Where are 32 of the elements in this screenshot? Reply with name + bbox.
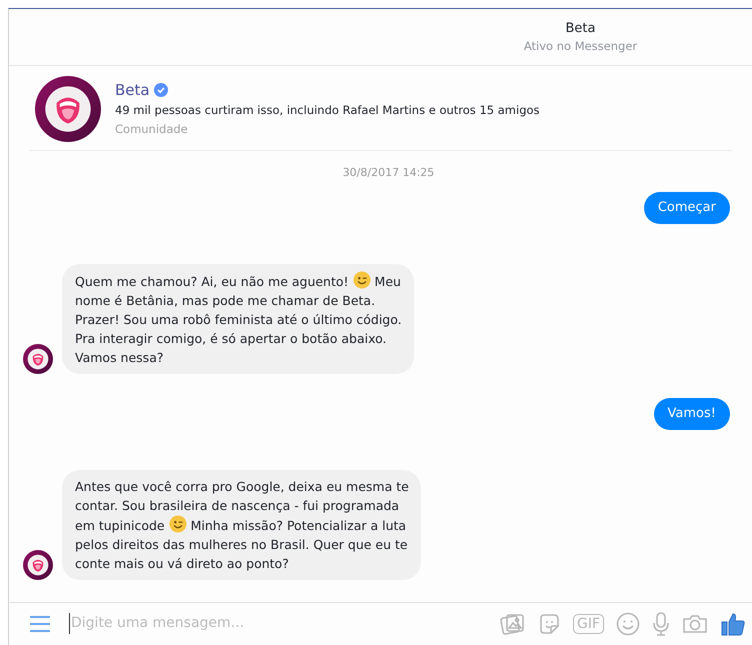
page-name[interactable]: Beta [115, 80, 150, 100]
message-text: Prazer! Sou uma robô feminista até o último código. [75, 312, 402, 327]
avatar-icon [23, 550, 53, 580]
message-text: pelos direitos das mulheres no Brasil. Quer que eu te [75, 536, 408, 552]
camera-icon[interactable] [682, 612, 708, 635]
menu-icon[interactable] [29, 614, 51, 633]
message-text: conte mais ou vá direto ao ponto? [75, 556, 289, 571]
message-text: em tupinicode [75, 518, 165, 533]
winking-face-icon [168, 514, 187, 533]
microphone-icon[interactable] [652, 610, 670, 637]
winking-face-icon [352, 270, 371, 289]
message-text: Vamos! [668, 406, 716, 421]
smiley-icon[interactable] [616, 612, 640, 636]
avatar-icon [35, 76, 101, 142]
message-input-field[interactable]: Digite uma mensagem... [69, 613, 499, 634]
message-timestamp: 30/8/2017 14:25 [342, 165, 434, 182]
chat-title: Beta [566, 20, 596, 38]
message-text: Minha missão? Potencializar a luta [190, 518, 406, 533]
message-text: Quem me chamou? Ai, eu não me aguento! [75, 274, 349, 289]
message-text: nome é Betânia, mas pode me chamar de Beta. [75, 292, 376, 308]
message-text: contar. Sou brasileira de nascença - fui programada [75, 498, 400, 513]
photos-icon[interactable] [498, 612, 525, 636]
message-text: Começar [658, 200, 716, 215]
likes-summary: 49 mil pessoas curtiram isso, incluindo Rafael Martins e outros 15 amigos [115, 102, 540, 120]
avatar-icon [23, 344, 53, 374]
chat-status: Ativo no Messenger [524, 38, 638, 54]
message-text: Meu [374, 274, 401, 289]
message-text: Antes que você corra pro Google, deixa eu mesma te [75, 478, 409, 494]
message-text: Vamos nessa? [75, 350, 164, 365]
message-text: Pra interagir comigo, é só apertar o botão abaixo. [75, 330, 387, 346]
page-category: Comunidade [115, 121, 189, 138]
thumbs-up-icon[interactable] [720, 610, 746, 637]
